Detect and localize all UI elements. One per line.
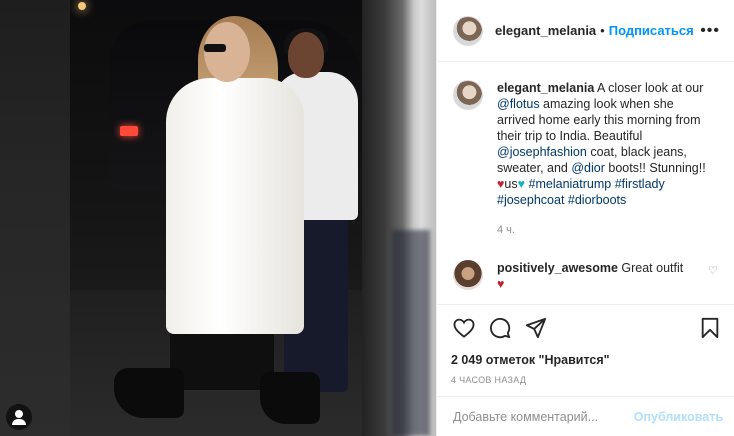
comment-username[interactable]: positively_awesome: [497, 261, 618, 275]
post-modal: elegant_melania • Подписаться ••• elegan…: [0, 0, 734, 436]
mention-dior[interactable]: @dior: [571, 161, 605, 175]
avatar[interactable]: [453, 15, 483, 46]
hashtag-firstlady[interactable]: #firstlady: [615, 177, 665, 191]
post-photo[interactable]: [70, 0, 362, 436]
caption-part-4: boots!! Stunning!!: [604, 161, 706, 175]
comment-text: positively_awesome Great outfit ♥: [497, 260, 687, 292]
backdrop-left: [0, 0, 70, 436]
comment-icon[interactable]: [487, 315, 513, 341]
post-timestamp[interactable]: 4 ЧАСОВ НАЗАД: [451, 375, 723, 385]
post-header: elegant_melania • Подписаться •••: [437, 0, 734, 62]
photo-figure-2-head: [288, 32, 324, 78]
heart-icon[interactable]: [451, 315, 477, 341]
bookmark-icon[interactable]: [697, 315, 723, 341]
share-icon[interactable]: [523, 315, 549, 341]
caption-text: elegant_melania A closer look at our @fl…: [497, 80, 713, 238]
hashtag-melaniatrump[interactable]: #melaniatrump: [529, 177, 612, 191]
comments-area: elegant_melania A closer look at our @fl…: [437, 62, 734, 302]
mention-josephfashion[interactable]: @josephfashion: [497, 145, 587, 159]
photo-figure-sunglasses: [204, 44, 226, 52]
action-icons: [451, 315, 723, 341]
photo-figure-coat: [166, 78, 304, 334]
caption-part-1: A closer look at our: [594, 81, 704, 95]
mention-flotus[interactable]: @flotus: [497, 97, 540, 111]
photo-figure-legs: [170, 330, 274, 390]
teal-heart-icon: ♥: [517, 177, 526, 191]
caption-username[interactable]: elegant_melania: [497, 81, 594, 95]
more-options-icon[interactable]: •••: [700, 22, 720, 40]
caption-us: us: [504, 177, 518, 191]
photo-lamp: [78, 2, 86, 10]
add-comment-row: Опубликовать: [437, 396, 734, 436]
photo-taillight: [120, 126, 138, 136]
photo-figure-head: [204, 22, 250, 82]
publish-button[interactable]: Опубликовать: [634, 410, 723, 424]
comment-like-icon[interactable]: ♡: [708, 264, 718, 292]
follow-button[interactable]: Подписаться: [609, 23, 694, 38]
comment-input[interactable]: [453, 409, 633, 424]
header-dot: •: [600, 23, 605, 38]
actions-bar: 2 049 отметок "Нравится" 4 ЧАСОВ НАЗАД: [437, 304, 734, 385]
comment-heart-emoji-icon: ♥: [497, 277, 505, 291]
hashtag-josephcoat[interactable]: #josephcoat: [497, 193, 564, 207]
caption-avatar[interactable]: [453, 80, 483, 110]
caption-time[interactable]: 4 ч.: [497, 222, 713, 238]
caption-row: elegant_melania A closer look at our @fl…: [453, 80, 718, 238]
comment-avatar[interactable]: [453, 260, 483, 290]
comment-body: Great outfit: [621, 261, 684, 275]
comment-row: positively_awesome Great outfit ♥ ♡: [453, 260, 718, 292]
backdrop-right: [362, 0, 436, 436]
hashtag-diorboots[interactable]: #diorboots: [568, 193, 626, 207]
user-icon[interactable]: [6, 404, 32, 430]
likes-count[interactable]: 2 049 отметок "Нравится": [451, 353, 723, 367]
header-username[interactable]: elegant_melania: [495, 23, 596, 38]
photo-boot-right: [260, 372, 320, 424]
post-side-panel: elegant_melania • Подписаться ••• elegan…: [436, 0, 734, 436]
photo-boot-left: [114, 368, 184, 418]
